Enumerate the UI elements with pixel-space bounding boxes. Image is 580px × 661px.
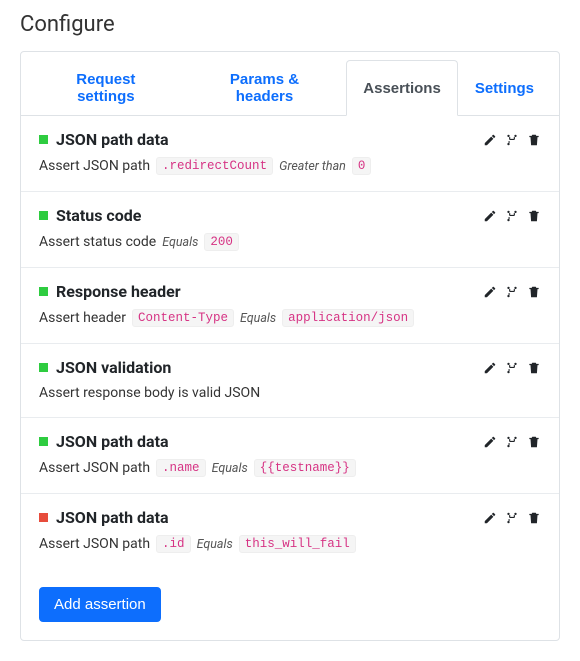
assertion-operator: Equals bbox=[162, 235, 198, 250]
trash-icon[interactable] bbox=[527, 133, 541, 147]
assertion-row: JSON path data Assert JSON path .name Equal… bbox=[21, 418, 559, 494]
status-indicator bbox=[39, 437, 48, 446]
fork-icon[interactable] bbox=[505, 435, 519, 449]
status-indicator bbox=[39, 363, 48, 372]
assertion-title: JSON path data bbox=[56, 508, 169, 527]
assertion-operator: Equals bbox=[197, 537, 233, 552]
edit-icon[interactable] bbox=[483, 285, 497, 299]
status-indicator bbox=[39, 287, 48, 296]
assertion-value: this_will_fail bbox=[239, 535, 356, 553]
assertion-value: {{testname}} bbox=[254, 459, 356, 477]
assertion-title-wrap: Status code bbox=[39, 206, 141, 225]
edit-icon[interactable] bbox=[483, 361, 497, 375]
edit-icon[interactable] bbox=[483, 133, 497, 147]
assertion-title: Response header bbox=[56, 282, 181, 301]
assertion-operator: Greater than bbox=[279, 159, 346, 174]
assertion-title: JSON path data bbox=[56, 130, 169, 149]
assertion-description: Assert JSON path .redirectCount Greater th… bbox=[39, 157, 541, 175]
assertions-list: JSON path data Assert JSON path .redirectC… bbox=[21, 116, 559, 569]
assertion-title: Status code bbox=[56, 206, 141, 225]
status-indicator bbox=[39, 135, 48, 144]
assertion-path: Content-Type bbox=[132, 309, 234, 327]
assertion-row: JSON path data Assert JSON path .id Equalst… bbox=[21, 494, 559, 569]
assertion-desc-prefix: Assert JSON path bbox=[39, 536, 150, 552]
edit-icon[interactable] bbox=[483, 511, 497, 525]
trash-icon[interactable] bbox=[527, 511, 541, 525]
assertion-actions bbox=[483, 209, 541, 223]
status-indicator bbox=[39, 211, 48, 220]
assertion-description: Assert status code Equals 200 bbox=[39, 233, 541, 251]
assertion-description: Assert response body is valid JSON bbox=[39, 385, 541, 401]
assertion-desc-prefix: Assert JSON path bbox=[39, 158, 150, 174]
assertion-operator: Equals bbox=[212, 461, 248, 476]
status-indicator bbox=[39, 513, 48, 522]
assertion-path: .redirectCount bbox=[156, 157, 273, 175]
assertion-value: 200 bbox=[204, 233, 239, 251]
tab-params-headers[interactable]: Params & headers bbox=[183, 60, 347, 116]
page-title: Configure bbox=[20, 12, 560, 37]
card-footer: Add assertion bbox=[21, 569, 559, 640]
assertion-description: Assert JSON path .id Equals this_will_fail bbox=[39, 535, 541, 553]
assertion-actions bbox=[483, 361, 541, 375]
edit-icon[interactable] bbox=[483, 209, 497, 223]
assertion-row: Status code Assert status code Equals 200 bbox=[21, 192, 559, 268]
tab-bar: Request settingsParams & headersAssertio… bbox=[21, 52, 559, 116]
fork-icon[interactable] bbox=[505, 511, 519, 525]
assertion-header: JSON path data bbox=[39, 508, 541, 527]
assertion-row: Response header Assert header Content-Type… bbox=[21, 268, 559, 344]
fork-icon[interactable] bbox=[505, 209, 519, 223]
add-assertion-button[interactable]: Add assertion bbox=[39, 587, 161, 622]
trash-icon[interactable] bbox=[527, 209, 541, 223]
assertion-actions bbox=[483, 435, 541, 449]
assertion-actions bbox=[483, 133, 541, 147]
assertion-title: JSON validation bbox=[56, 358, 171, 377]
trash-icon[interactable] bbox=[527, 361, 541, 375]
assertion-header: JSON validation bbox=[39, 358, 541, 377]
assertion-desc-prefix: Assert JSON path bbox=[39, 460, 150, 476]
assertion-value: application/json bbox=[282, 309, 414, 327]
assertion-header: JSON path data bbox=[39, 432, 541, 451]
trash-icon[interactable] bbox=[527, 435, 541, 449]
assertion-path: .id bbox=[156, 535, 191, 553]
assertion-header: Status code bbox=[39, 206, 541, 225]
assertion-actions bbox=[483, 511, 541, 525]
assertion-row: JSON path data Assert JSON path .redirectC… bbox=[21, 116, 559, 192]
assertion-title-wrap: JSON path data bbox=[39, 432, 169, 451]
tab-request-settings[interactable]: Request settings bbox=[29, 60, 183, 116]
assertion-desc-prefix: Assert status code bbox=[39, 234, 156, 250]
fork-icon[interactable] bbox=[505, 133, 519, 147]
edit-icon[interactable] bbox=[483, 435, 497, 449]
assertion-title-wrap: JSON path data bbox=[39, 508, 169, 527]
assertion-actions bbox=[483, 285, 541, 299]
assertion-path: .name bbox=[156, 459, 206, 477]
assertion-value: 0 bbox=[352, 157, 372, 175]
assertion-title-wrap: Response header bbox=[39, 282, 181, 301]
assertion-header: JSON path data bbox=[39, 130, 541, 149]
assertion-description: Assert JSON path .name Equals {{testname}} bbox=[39, 459, 541, 477]
assertion-row: JSON validation Assert response body is v… bbox=[21, 344, 559, 418]
tab-settings[interactable]: Settings bbox=[458, 60, 551, 116]
assertion-title-wrap: JSON validation bbox=[39, 358, 171, 377]
fork-icon[interactable] bbox=[505, 285, 519, 299]
assertion-operator: Equals bbox=[240, 311, 276, 326]
assertion-desc-prefix: Assert response body is valid JSON bbox=[39, 385, 260, 401]
trash-icon[interactable] bbox=[527, 285, 541, 299]
configure-card: Request settingsParams & headersAssertio… bbox=[20, 51, 560, 641]
assertion-description: Assert header Content-Type Equals applicati… bbox=[39, 309, 541, 327]
assertion-header: Response header bbox=[39, 282, 541, 301]
assertion-title: JSON path data bbox=[56, 432, 169, 451]
assertion-desc-prefix: Assert header bbox=[39, 310, 126, 326]
tab-assertions[interactable]: Assertions bbox=[346, 60, 458, 116]
fork-icon[interactable] bbox=[505, 361, 519, 375]
assertion-title-wrap: JSON path data bbox=[39, 130, 169, 149]
